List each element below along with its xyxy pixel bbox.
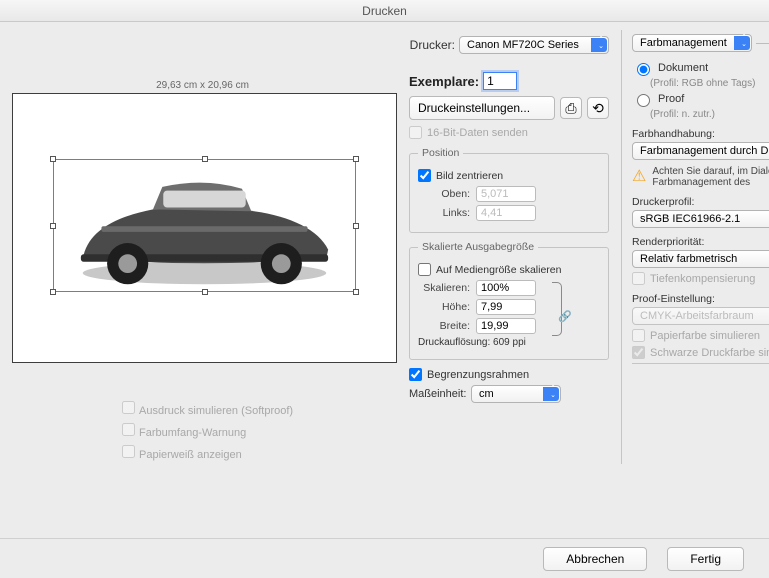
fit-media-checkbox[interactable]	[418, 263, 431, 276]
center-image-checkbox[interactable]	[418, 169, 431, 182]
sim-paper-checkbox	[632, 329, 645, 342]
preview-image	[64, 170, 345, 292]
window-title: Drucken	[0, 0, 769, 22]
scale-input[interactable]	[476, 280, 536, 296]
render-intent-select[interactable]: Relativ farbmetrisch	[632, 250, 769, 268]
printer-profile-select[interactable]: sRGB IEC61966-2.1	[632, 210, 769, 228]
panel-select[interactable]: Farbmanagement	[632, 34, 752, 52]
color-handling-select[interactable]: Farbmanagement durch Drucker	[632, 142, 769, 160]
position-fieldset: Position Bild zentrieren Oben: Links:	[409, 147, 609, 233]
paperwhite-checkbox: Papierweiß anzeigen	[118, 442, 397, 461]
copies-input[interactable]	[483, 72, 517, 90]
copies-label: Exemplare:	[409, 74, 479, 89]
link-icon[interactable]: 🔗	[558, 311, 572, 323]
printer-label: Drucker:	[409, 38, 455, 52]
bounding-box-checkbox[interactable]	[409, 368, 422, 381]
printer-profile-label: Druckerprofil:	[632, 196, 769, 208]
units-select[interactable]: cm	[471, 385, 561, 403]
units-label: Maßeinheit:	[409, 388, 467, 400]
print-preview[interactable]	[12, 93, 397, 363]
sim-black-checkbox	[632, 346, 645, 359]
warning-icon: ⚠	[632, 166, 646, 186]
cancel-button[interactable]: Abbrechen	[543, 547, 647, 571]
proof-radio[interactable]	[637, 94, 650, 107]
scale-fieldset: Skalierte Ausgabegröße Auf Mediengröße s…	[409, 241, 609, 360]
position-top-input	[476, 186, 536, 202]
gamut-checkbox: Farbumfang-Warnung	[118, 420, 397, 439]
warning-text: Achten Sie darauf, im Dialog das Farbman…	[652, 166, 769, 188]
done-button[interactable]: Fertig	[667, 547, 744, 571]
send-16bit-checkbox	[409, 126, 422, 139]
print-resolution: Druckauflösung: 609 ppi	[418, 337, 600, 348]
position-left-input	[476, 205, 536, 221]
softproof-checkbox: Ausdruck simulieren (Softproof)	[118, 398, 397, 417]
document-radio[interactable]	[637, 63, 650, 76]
print-settings-button[interactable]: Druckeinstellungen...	[409, 96, 555, 120]
height-input[interactable]	[476, 299, 536, 315]
proof-setup-select: CMYK-Arbeitsfarbraum	[632, 307, 769, 325]
printer-select[interactable]: Canon MF720C Series	[459, 36, 609, 54]
proof-profile: (Profil: n. zutr.)	[650, 109, 769, 120]
preview-dimensions: 29,63 cm x 20,96 cm	[8, 80, 397, 91]
refresh-icon[interactable]: ⟲	[587, 97, 609, 119]
color-handling-label: Farbhandhabung:	[632, 128, 769, 140]
depth-comp-checkbox	[632, 272, 645, 285]
page-setup-icon[interactable]: ⎙	[560, 97, 582, 119]
width-input[interactable]	[476, 318, 536, 334]
render-intent-label: Renderpriorität:	[632, 236, 769, 248]
proof-setup-label: Proof-Einstellung:	[632, 293, 769, 305]
crop-box[interactable]	[53, 159, 356, 292]
document-profile: (Profil: RGB ohne Tags)	[650, 78, 769, 89]
